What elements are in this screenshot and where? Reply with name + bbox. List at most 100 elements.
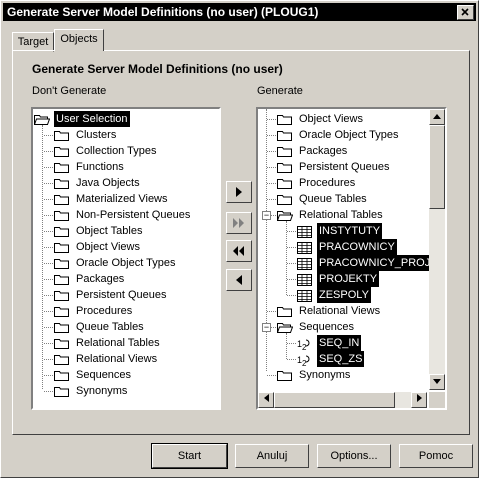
folder-icon xyxy=(54,355,69,365)
tree-item-label: Relational Views xyxy=(76,353,158,365)
collapse-toggle[interactable]: − xyxy=(262,211,271,220)
table-icon xyxy=(297,242,312,254)
collapse-toggle[interactable]: − xyxy=(262,323,271,332)
tab-objects[interactable]: Objects xyxy=(54,29,104,51)
scroll-down-icon xyxy=(433,379,441,384)
tree-item-label: Clusters xyxy=(76,129,117,141)
folder-icon xyxy=(277,163,292,173)
dont-generate-tree[interactable]: User Selection Clusters Collection Types F… xyxy=(31,107,221,410)
tree-item-label: Sequences xyxy=(299,321,355,333)
tree-item-label: SEQ_ZS xyxy=(317,351,365,367)
horizontal-scrollbar[interactable] xyxy=(258,392,427,408)
tab-target[interactable]: Target xyxy=(12,32,54,52)
cancel-button[interactable]: Anuluj xyxy=(235,444,309,468)
title-bar: Generate Server Model Definitions (no us… xyxy=(3,3,476,21)
folder-icon xyxy=(54,195,69,205)
options-button[interactable]: Options... xyxy=(317,444,391,468)
tree-item-label: Relational Tables xyxy=(76,337,160,349)
arrow-right-icon xyxy=(236,187,242,197)
table-icon xyxy=(297,290,312,302)
tree-item-label: Object Tables xyxy=(76,225,143,237)
scrollbar-corner xyxy=(429,392,445,408)
scroll-left-button[interactable] xyxy=(258,392,274,408)
tree-root-label: User Selection xyxy=(54,111,130,127)
start-button[interactable]: Start xyxy=(151,443,228,469)
folder-icon xyxy=(54,163,69,173)
move-all-left-button[interactable] xyxy=(226,240,252,262)
vertical-scrollbar[interactable] xyxy=(429,109,445,390)
tree-item-label: Relational Tables xyxy=(299,209,383,221)
scroll-left-icon xyxy=(263,394,269,402)
folder-icon xyxy=(54,227,69,237)
tree-item-label: Procedures xyxy=(76,305,133,317)
svg-text:2: 2 xyxy=(302,343,307,350)
tree-item-label: Queue Tables xyxy=(76,321,144,333)
folder-icon xyxy=(54,131,69,141)
tree-item-label: Object Views xyxy=(299,113,363,125)
move-right-button[interactable] xyxy=(226,181,252,203)
sequence-icon: 12 xyxy=(297,339,310,350)
tree-item-label: Persistent Queues xyxy=(76,289,167,301)
folder-icon xyxy=(54,307,69,317)
vertical-scroll-thumb[interactable] xyxy=(429,125,445,209)
help-button[interactable]: Pomoc xyxy=(399,444,473,468)
tree-item-label: Functions xyxy=(76,161,124,173)
tree-item-label: Queue Tables xyxy=(299,193,367,205)
folder-icon xyxy=(54,291,69,301)
tree-item-label: Persistent Queues xyxy=(299,161,390,173)
move-all-right-button[interactable] xyxy=(226,212,252,234)
tree-item-label: Relational Views xyxy=(299,305,381,317)
tree-item-label: Oracle Object Types xyxy=(299,129,399,141)
tree-item-label: Collection Types xyxy=(76,145,157,157)
tree-item-label: Sequences xyxy=(76,369,132,381)
folder-icon xyxy=(54,387,69,397)
tree-item-label: PROJEKTY xyxy=(317,271,380,287)
scroll-up-icon xyxy=(433,114,441,119)
folder-icon xyxy=(277,131,292,141)
folder-icon xyxy=(54,211,69,221)
folder-icon xyxy=(277,147,292,157)
tree-item-label: Non-Persistent Queues xyxy=(76,209,191,221)
tree-item-label: Synonyms xyxy=(299,369,351,381)
folder-icon xyxy=(277,371,292,381)
folder-icon xyxy=(277,195,292,205)
table-icon xyxy=(297,226,312,238)
tree-item-label: SEQ_IN xyxy=(317,335,362,351)
horizontal-scroll-thumb[interactable] xyxy=(274,392,395,408)
tree-item-label: PRACOWNICY xyxy=(317,239,397,255)
tree-item-label: ZESPOLY xyxy=(317,287,371,303)
folder-icon xyxy=(54,275,69,285)
scroll-right-icon xyxy=(416,394,422,402)
dont-generate-label: Don't Generate xyxy=(32,85,107,97)
table-icon xyxy=(297,258,312,270)
folder-open-icon xyxy=(277,323,293,333)
tree-item-label: Packages xyxy=(76,273,125,285)
folder-icon xyxy=(277,115,292,125)
arrow-left-all-icon xyxy=(233,246,244,256)
folder-icon xyxy=(54,339,69,349)
tree-item-label: Synonyms xyxy=(76,385,128,397)
folder-icon xyxy=(54,179,69,189)
tree-item-label: Packages xyxy=(299,145,348,157)
scroll-up-button[interactable] xyxy=(429,109,445,125)
table-icon xyxy=(297,274,312,286)
scroll-down-button[interactable] xyxy=(429,374,445,390)
arrow-left-icon xyxy=(236,275,242,285)
page-heading: Generate Server Model Definitions (no us… xyxy=(32,62,283,76)
folder-icon xyxy=(277,307,292,317)
close-icon xyxy=(461,8,469,16)
tree-item-label: Procedures xyxy=(299,177,356,189)
generate-tree[interactable]: Object Views Oracle Object Types Packages P… xyxy=(256,107,447,410)
scroll-right-button[interactable] xyxy=(411,392,427,408)
folder-icon xyxy=(54,259,69,269)
tree-item-label: Oracle Object Types xyxy=(76,257,176,269)
move-left-button[interactable] xyxy=(226,269,252,291)
tree-item-label: Materialized Views xyxy=(76,193,168,205)
folder-icon xyxy=(54,323,69,333)
sequence-icon: 12 xyxy=(297,355,310,366)
close-button[interactable] xyxy=(457,5,474,20)
folder-icon xyxy=(277,179,292,189)
tree-item-label: PRACOWNICY_PROJ xyxy=(317,255,433,271)
tree-item-label: Object Views xyxy=(76,241,140,253)
folder-icon xyxy=(54,147,69,157)
